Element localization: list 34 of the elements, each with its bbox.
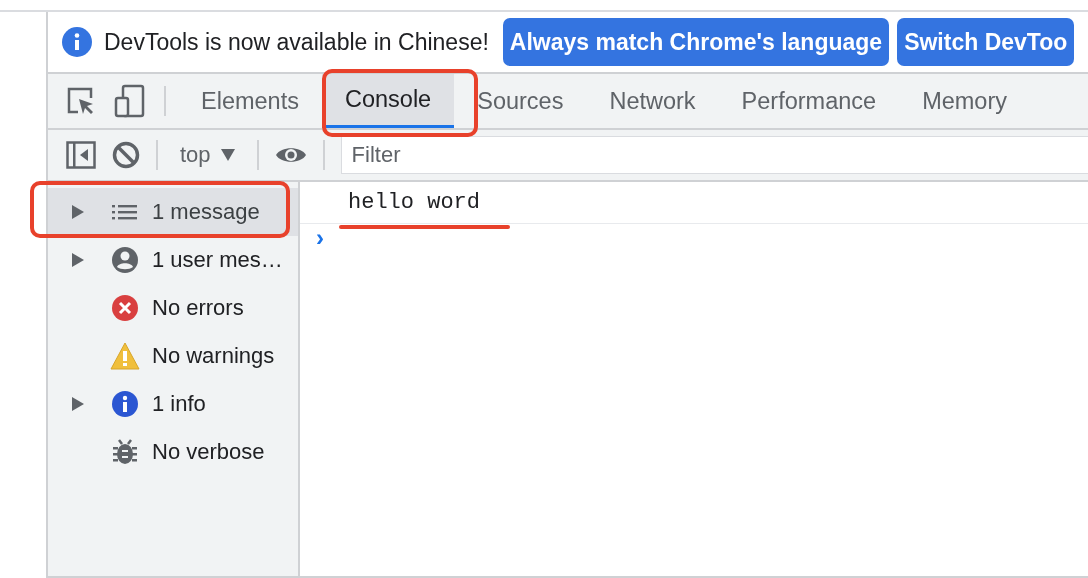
sidebar-item[interactable]: 1 message (48, 188, 298, 236)
user-icon (111, 246, 139, 274)
sidebar-item[interactable]: 1 info (48, 380, 298, 428)
infobar-button[interactable]: Switch DevToo (897, 18, 1075, 66)
sidebar-item[interactable]: No verbose (48, 428, 298, 476)
device-icon[interactable] (114, 84, 146, 118)
sidebar-item[interactable]: No errors (48, 284, 298, 332)
error-icon (111, 294, 139, 322)
expand-arrow-icon[interactable] (72, 397, 84, 411)
info-icon (62, 27, 92, 57)
infobar-button[interactable]: Always match Chrome's language (502, 18, 890, 66)
tab[interactable]: Performance (718, 74, 900, 128)
sidebar-item[interactable]: No warnings (48, 332, 298, 380)
console-prompt[interactable]: › (316, 224, 324, 251)
expand-arrow-icon[interactable] (72, 205, 84, 219)
info-icon (111, 390, 139, 418)
infobar-message: DevTools is now available in Chinese! (104, 28, 489, 56)
expand-arrow-icon[interactable] (72, 253, 84, 267)
context-dropdown[interactable]: top (174, 141, 241, 169)
tab[interactable]: Console (321, 74, 455, 128)
caret-icon (220, 149, 235, 161)
inspect-icon[interactable] (66, 86, 96, 116)
tab[interactable]: Sources (454, 74, 587, 128)
tab[interactable]: Network (586, 74, 719, 128)
tab[interactable]: Memory (899, 74, 1030, 128)
list-icon (111, 202, 139, 222)
clear-icon[interactable] (112, 141, 140, 169)
filter-field[interactable]: Filter (340, 136, 1088, 174)
tab[interactable]: Elements (178, 74, 322, 128)
sidebar-toggle-icon[interactable] (66, 141, 96, 169)
console-message: hello word (300, 182, 1088, 224)
warning-icon (110, 342, 140, 370)
sidebar-item[interactable]: 1 user mes… (48, 236, 298, 284)
bug-icon (111, 438, 139, 466)
